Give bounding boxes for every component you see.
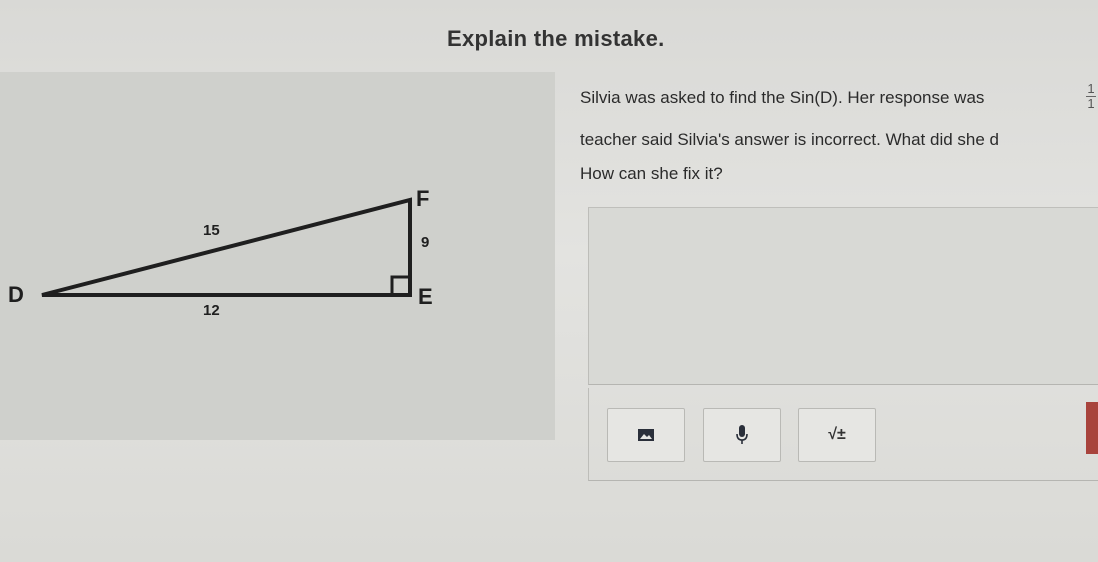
vertex-d-label: D: [8, 282, 24, 307]
answer-textarea[interactable]: [588, 207, 1098, 385]
fraction-denominator: 1: [1087, 96, 1095, 111]
voice-input-button[interactable]: [703, 408, 781, 462]
microphone-icon: [736, 425, 748, 444]
vertical-side-length-label: 9: [421, 234, 429, 251]
response-fraction: 1 1: [1086, 82, 1096, 111]
triangle-shape: [41, 197, 412, 297]
image-icon: [638, 429, 654, 441]
base-length-label: 12: [203, 302, 220, 319]
question-line-1: Silvia was asked to find the Sin(D). Her…: [580, 88, 985, 107]
vertex-f-label: F: [416, 186, 429, 211]
hypotenuse-length-label: 15: [203, 222, 220, 239]
fraction-numerator: 1: [1087, 81, 1095, 96]
question-line-3: How can she fix it?: [580, 164, 723, 183]
right-angle-marker: [390, 275, 412, 297]
triangle-figure: D E F 15 9 12: [8, 186, 433, 319]
page-title: Explain the mistake.: [447, 26, 665, 51]
vertex-e-label: E: [418, 284, 433, 309]
math-input-button[interactable]: √±: [798, 408, 876, 462]
math-symbol-label: √±: [828, 426, 846, 443]
side-tab[interactable]: [1086, 402, 1098, 454]
question-line-2: teacher said Silvia's answer is incorrec…: [580, 130, 999, 149]
insert-image-button[interactable]: [607, 408, 685, 462]
